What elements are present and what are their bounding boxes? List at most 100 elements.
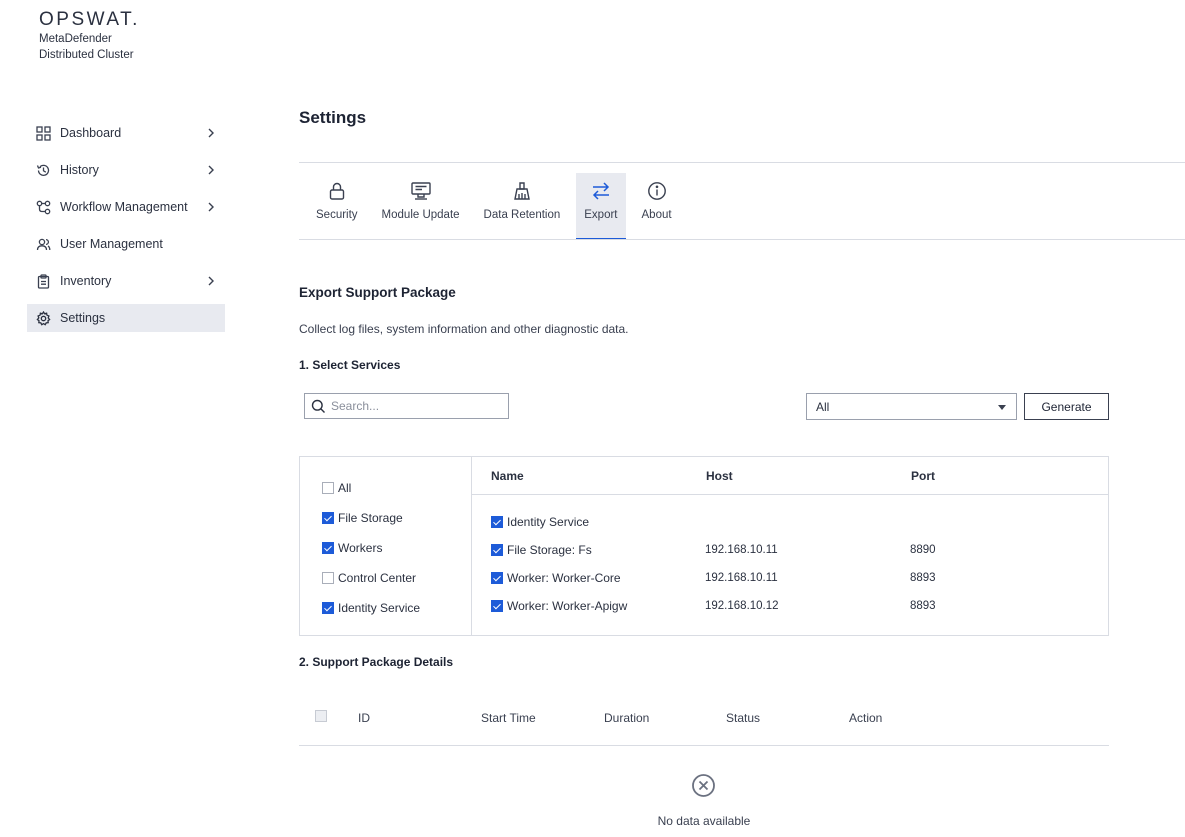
table-header-divider [472, 494, 1108, 495]
tab-security[interactable]: Security [308, 173, 366, 239]
sidebar-nav: Dashboard History Workflow Management Us… [27, 119, 225, 341]
checkbox[interactable] [322, 512, 334, 524]
arrows-exchange-icon [590, 180, 612, 202]
service-name: File Storage: Fs [507, 543, 592, 557]
filter-workers[interactable]: Workers [322, 539, 420, 557]
search-icon [311, 399, 325, 413]
column-header-start-time: Start Time [481, 711, 536, 725]
sidebar-item-label: Dashboard [60, 126, 122, 140]
service-name: Identity Service [507, 515, 590, 529]
filter-label: Control Center [338, 571, 417, 585]
header-divider [299, 162, 1185, 163]
chevron-right-icon [208, 202, 214, 212]
tab-label: Module Update [381, 209, 460, 221]
tab-data-retention[interactable]: Data Retention [476, 173, 569, 239]
sidebar-item-label: Settings [60, 311, 106, 325]
filter-label: Workers [338, 541, 383, 555]
chevron-right-icon [208, 276, 214, 286]
product-name-line2: Distributed Cluster [39, 49, 134, 61]
checkbox[interactable] [322, 572, 334, 584]
sidebar-item-inventory[interactable]: Inventory [27, 267, 225, 295]
section-description: Collect log files, system information an… [299, 322, 629, 336]
filter-label: Identity Service [338, 601, 421, 615]
checkbox[interactable] [322, 602, 334, 614]
broom-icon [511, 180, 533, 202]
service-name: Worker: Worker-Apigw [507, 599, 628, 613]
column-header-port: Port [911, 469, 935, 483]
tab-module-update[interactable]: Module Update [374, 173, 468, 239]
filter-label: File Storage [338, 511, 403, 525]
workflow-icon [35, 199, 51, 215]
product-name-line1: MetaDefender [39, 33, 112, 45]
chevron-right-icon [208, 165, 214, 175]
checkbox[interactable] [491, 600, 503, 612]
column-header-name: Name [491, 469, 524, 483]
service-host: 192.168.10.11 [705, 544, 778, 556]
service-row[interactable]: Worker: Worker-Core 192.168.10.11 8893 [491, 570, 1091, 586]
checkbox[interactable] [491, 572, 503, 584]
chevron-right-icon [208, 128, 214, 138]
column-header-id: ID [358, 711, 370, 725]
brand: OPSWAT. MetaDefender Distributed Cluster [39, 10, 140, 62]
tab-label: Security [316, 209, 358, 221]
sidebar-item-user-management[interactable]: User Management [27, 230, 225, 258]
select-value: All [816, 399, 830, 414]
sidebar-item-label: User Management [60, 237, 163, 251]
history-icon [35, 162, 51, 178]
info-icon [646, 180, 668, 202]
service-host: 192.168.10.12 [705, 600, 779, 612]
checkbox[interactable] [322, 482, 334, 494]
tab-label: Export [584, 209, 618, 221]
empty-state-x-circle-icon [692, 774, 715, 797]
opswat-logo: OPSWAT. [39, 9, 140, 30]
tabs-divider [299, 239, 1185, 240]
service-name: Worker: Worker-Core [507, 571, 621, 585]
sidebar-item-label: Inventory [60, 274, 112, 288]
sidebar-item-dashboard[interactable]: Dashboard [27, 119, 225, 147]
service-row[interactable]: File Storage: Fs 192.168.10.11 8890 [491, 542, 1091, 558]
select-all-checkbox[interactable] [315, 710, 327, 722]
column-header-status: Status [726, 711, 761, 725]
service-row[interactable]: Identity Service [491, 514, 1091, 530]
service-host: 192.168.10.11 [705, 572, 778, 584]
section-title: Export Support Package [299, 285, 456, 300]
sidebar-item-history[interactable]: History [27, 156, 225, 184]
sidebar-item-settings[interactable]: Settings [27, 304, 225, 332]
caret-down-icon [998, 405, 1006, 410]
checkbox[interactable] [491, 516, 503, 528]
tab-export[interactable]: Export [576, 173, 626, 240]
checkbox[interactable] [322, 542, 334, 554]
module-update-icon [410, 180, 432, 202]
filter-all[interactable]: All [322, 479, 420, 497]
step-select-services: 1. Select Services [299, 358, 401, 372]
service-port: 8890 [910, 544, 936, 556]
column-header-host: Host [706, 469, 733, 483]
filter-control-center[interactable]: Control Center [322, 569, 420, 587]
service-filter-select[interactable]: All [806, 393, 1017, 420]
column-header-action: Action [849, 711, 883, 725]
filter-file-storage[interactable]: File Storage [322, 509, 420, 527]
lock-icon [326, 180, 348, 202]
tab-label: About [641, 209, 672, 221]
checkbox[interactable] [491, 544, 503, 556]
sidebar-item-label: Workflow Management [60, 200, 188, 214]
search-box [304, 393, 509, 419]
services-panel: All File Storage Workers Control Center … [299, 456, 1109, 636]
users-icon [35, 236, 51, 252]
clipboard-icon [35, 273, 51, 289]
settings-tabs: Security Module Update Data Retention Ex… [308, 173, 688, 240]
column-header-duration: Duration [604, 711, 650, 725]
tab-about[interactable]: About [634, 173, 680, 239]
filter-identity-service[interactable]: Identity Service [322, 599, 420, 617]
search-input[interactable] [331, 399, 501, 413]
service-port: 8893 [910, 600, 936, 612]
sidebar-item-workflow-management[interactable]: Workflow Management [27, 193, 225, 221]
step-support-package-details: 2. Support Package Details [299, 655, 454, 669]
packages-table-header: ID Start Time Duration Status Action [299, 706, 1109, 730]
service-type-filters: All File Storage Workers Control Center … [322, 479, 420, 629]
empty-state-text: No data available [657, 814, 751, 828]
generate-button[interactable]: Generate [1024, 393, 1109, 420]
packages-table-divider [299, 745, 1109, 746]
sidebar-item-label: History [60, 163, 99, 177]
service-row[interactable]: Worker: Worker-Apigw 192.168.10.12 8893 [491, 598, 1091, 614]
